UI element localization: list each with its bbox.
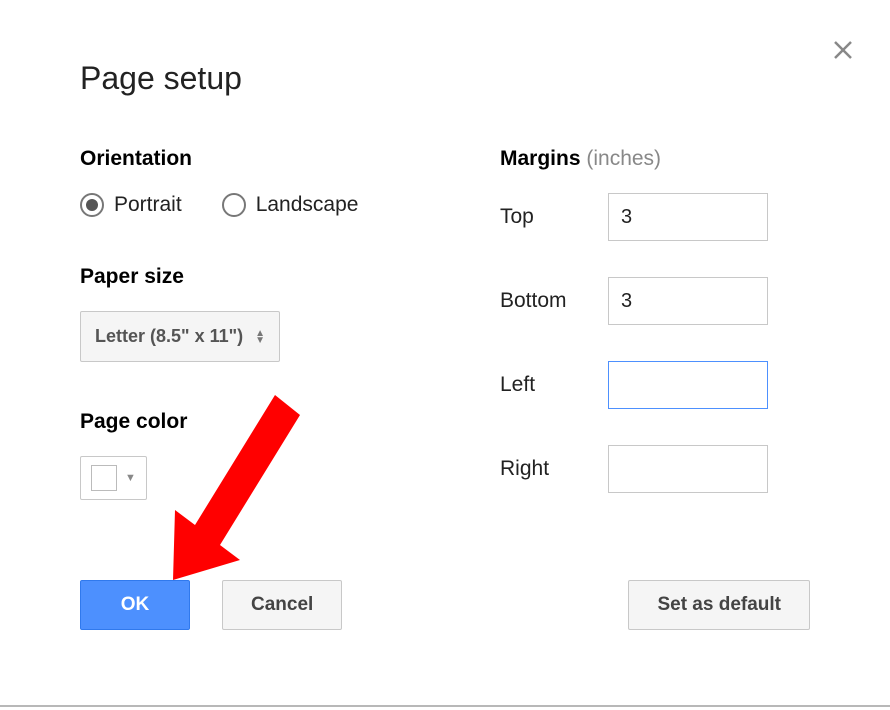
paper-size-select[interactable]: Letter (8.5" x 11") ▲ ▼	[80, 311, 280, 362]
chevron-down-icon: ▼	[125, 472, 136, 484]
margin-top-row: Top	[500, 193, 810, 241]
margin-bottom-input[interactable]	[608, 277, 768, 325]
margin-left-input[interactable]	[608, 361, 768, 409]
orientation-label: Orientation	[80, 147, 410, 171]
margins-label-text: Margins	[500, 147, 581, 170]
margins-units: (inches)	[586, 147, 661, 170]
bottom-divider	[0, 705, 890, 707]
page-color-picker[interactable]: ▼	[80, 456, 147, 500]
color-swatch	[91, 465, 117, 491]
margin-top-input[interactable]	[608, 193, 768, 241]
cancel-button[interactable]: Cancel	[222, 580, 342, 630]
margin-left-row: Left	[500, 361, 810, 409]
close-icon	[831, 38, 855, 62]
dialog-button-row: OK Cancel Set as default	[80, 580, 810, 630]
orientation-portrait-radio[interactable]: Portrait	[80, 193, 182, 217]
margin-right-input[interactable]	[608, 445, 768, 493]
stepper-icon: ▲ ▼	[255, 330, 265, 344]
paper-size-label: Paper size	[80, 265, 410, 289]
orientation-landscape-radio[interactable]: Landscape	[222, 193, 359, 217]
set-as-default-button[interactable]: Set as default	[628, 580, 810, 630]
margin-top-label: Top	[500, 205, 590, 229]
radio-icon	[80, 193, 104, 217]
margin-bottom-row: Bottom	[500, 277, 810, 325]
page-setup-dialog: Page setup Orientation Portrait Landscap…	[0, 0, 890, 710]
ok-button[interactable]: OK	[80, 580, 190, 630]
orientation-portrait-label: Portrait	[114, 193, 182, 217]
margin-left-label: Left	[500, 373, 590, 397]
close-button[interactable]	[831, 38, 855, 67]
margins-label: Margins (inches)	[500, 147, 810, 171]
orientation-group: Portrait Landscape	[80, 193, 410, 217]
paper-size-selected: Letter (8.5" x 11")	[95, 326, 243, 347]
margin-right-label: Right	[500, 457, 590, 481]
page-color-label: Page color	[80, 410, 410, 434]
dialog-title: Page setup	[80, 60, 810, 97]
radio-icon	[222, 193, 246, 217]
margin-bottom-label: Bottom	[500, 289, 590, 313]
orientation-landscape-label: Landscape	[256, 193, 359, 217]
margin-right-row: Right	[500, 445, 810, 493]
